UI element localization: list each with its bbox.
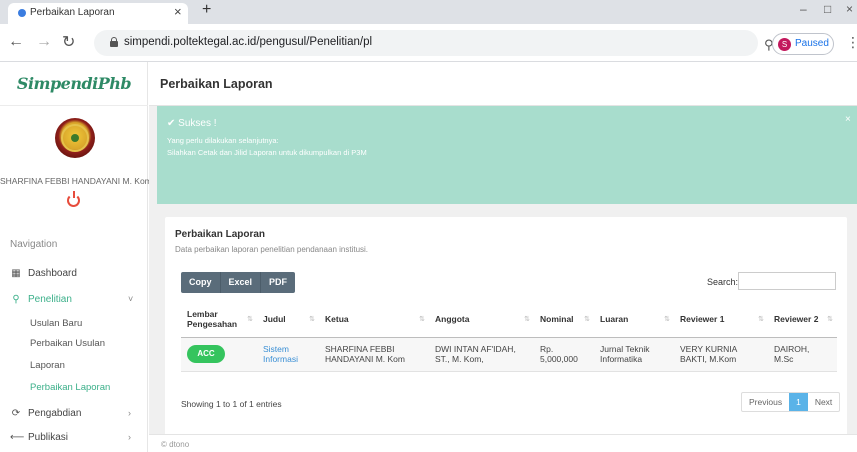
brand-bar: SimpendiPhb xyxy=(0,62,148,106)
table-cell: Jurnal Teknik Informatika xyxy=(594,337,674,372)
lock-icon xyxy=(110,37,118,47)
chevron-right-icon: › xyxy=(128,432,131,442)
sidebar-item-publikasi[interactable]: ⟵ Publikasi › xyxy=(0,428,148,448)
tab-close-icon[interactable]: × xyxy=(174,4,182,19)
acc-button[interactable]: ACC xyxy=(187,345,225,363)
column-header[interactable]: Reviewer 2 ⇅ xyxy=(768,301,837,338)
export-button-group: Copy Excel PDF xyxy=(181,272,296,293)
card-subtitle: Data perbaikan laporan penelitian pendan… xyxy=(175,245,369,254)
page-header: Perbaikan Laporan xyxy=(149,62,857,106)
maximize-icon[interactable]: □ xyxy=(824,2,831,16)
table-cell: DWI INTAN AF'IDAH, ST., M. Kom, xyxy=(429,337,534,372)
column-header[interactable]: Nominal ⇅ xyxy=(534,301,594,338)
sort-icon[interactable]: ⇅ xyxy=(584,315,590,323)
table-cell: SHARFINA FEBBI HANDAYANI M. Kom xyxy=(319,337,429,372)
sidebar-item-dashboard[interactable]: ▦ Dashboard xyxy=(0,264,148,284)
sidebar-item-label: Dashboard xyxy=(28,268,77,279)
card-title: Perbaikan Laporan xyxy=(175,229,266,240)
column-header[interactable]: Ketua ⇅ xyxy=(319,301,429,338)
sort-icon[interactable]: ⇅ xyxy=(419,315,425,323)
reload-icon[interactable]: ↻ xyxy=(62,32,75,52)
search-label: Search: xyxy=(707,277,739,287)
sidebar: SimpendiPhb SHARFINA FEBBI HANDAYANI M. … xyxy=(0,62,152,452)
kebab-menu-icon[interactable]: ⋮ xyxy=(846,34,857,51)
next-page-button[interactable]: Next xyxy=(808,393,839,411)
alert-message: Silahkan Cetak dan Jilid Laporan untuk d… xyxy=(167,148,367,157)
alert-close-icon[interactable]: × xyxy=(845,114,851,125)
sort-icon[interactable]: ⇅ xyxy=(758,315,764,323)
chevron-right-icon: › xyxy=(128,408,131,418)
minimize-icon[interactable]: – xyxy=(800,2,807,16)
favicon-icon xyxy=(18,9,26,17)
back-icon[interactable]: ← xyxy=(8,33,24,51)
sort-icon[interactable]: ⇅ xyxy=(247,315,253,323)
profile-status: Paused xyxy=(795,38,829,49)
success-alert: ✔ Sukses ! Yang perlu dilakukan selanjut… xyxy=(157,106,857,204)
sidebar-item-label: Penelitian xyxy=(28,294,72,305)
profile-avatar: S xyxy=(778,38,791,51)
table-row: ACC Sistem Informasi SHARFINA FEBBI HAND… xyxy=(181,337,837,372)
url-text[interactable]: simpendi.poltektegal.ac.id/pengusul/Pene… xyxy=(124,36,372,48)
column-header[interactable]: Reviewer 1 ⇅ xyxy=(674,301,768,338)
avatar xyxy=(55,118,95,158)
sort-icon[interactable]: ⇅ xyxy=(524,315,530,323)
page-number-button[interactable]: 1 xyxy=(789,393,808,411)
footer: © dtono xyxy=(149,434,857,452)
report-card: Perbaikan Laporan Data perbaikan laporan… xyxy=(165,217,847,439)
title-link[interactable]: Sistem Informasi xyxy=(257,337,319,372)
new-tab-button[interactable]: + xyxy=(202,1,211,19)
grid-icon: ▦ xyxy=(11,268,21,279)
sidebar-item-label: Publikasi xyxy=(28,432,69,443)
sidebar-item-pengabdian[interactable]: ⟳ Pengabdian › xyxy=(0,404,148,424)
brand-logo[interactable]: SimpendiPhb xyxy=(17,74,132,93)
copy-button[interactable]: Copy xyxy=(181,272,221,293)
column-header[interactable]: Anggota ⇅ xyxy=(429,301,534,338)
entries-info: Showing 1 to 1 of 1 entries xyxy=(181,399,282,409)
tab-title: Perbaikan Laporan xyxy=(30,7,115,18)
browser-toolbar: ← → ↻ simpendi.poltektegal.ac.id/pengusu… xyxy=(0,24,857,62)
table-cell: DAIROH, M.Sc xyxy=(768,337,837,372)
pdf-button[interactable]: PDF xyxy=(261,272,296,293)
forward-icon[interactable]: → xyxy=(36,33,52,51)
table-cell: ACC xyxy=(181,337,257,372)
sort-icon[interactable]: ⇅ xyxy=(309,315,315,323)
column-header[interactable]: Luaran ⇅ xyxy=(594,301,674,338)
footer-text: © dtono xyxy=(161,440,190,449)
pagination: Previous 1 Next xyxy=(741,392,841,412)
alert-message: Yang perlu dilakukan selanjutnya: xyxy=(167,136,279,145)
column-header[interactable]: Lembar Pengesahan ⇅ xyxy=(181,301,257,338)
report-table: Lembar Pengesahan ⇅ Judul ⇅ Ketua ⇅ Anggota… xyxy=(181,301,837,372)
share-icon: ⟵ xyxy=(10,432,25,443)
sidebar-item-penelitian[interactable]: ⚲ Penelitian ˅ xyxy=(0,290,148,310)
address-bar[interactable]: simpendi.poltektegal.ac.id/pengusul/Pene… xyxy=(94,30,803,56)
browser-tab[interactable]: Perbaikan Laporan × xyxy=(8,3,188,24)
previous-page-button[interactable]: Previous xyxy=(742,393,789,411)
alert-title: ✔ Sukses ! xyxy=(167,118,217,129)
search-input[interactable] xyxy=(738,272,836,290)
user-name: SHARFINA FEBBI HANDAYANI M. Kom xyxy=(0,176,152,186)
sidebar-subitem-perbaikan-laporan[interactable]: Perbaikan Laporan xyxy=(30,382,110,393)
sort-icon[interactable]: ⇅ xyxy=(664,315,670,323)
sidebar-subitem-laporan[interactable]: Laporan xyxy=(30,360,65,371)
excel-button[interactable]: Excel xyxy=(220,272,262,293)
sort-icon[interactable]: ⇅ xyxy=(827,315,833,323)
logout-power-icon[interactable] xyxy=(67,191,80,207)
nav-header: Navigation xyxy=(10,239,58,250)
sidebar-subitem-perbaikan-usulan[interactable]: Perbaikan Usulan xyxy=(30,338,105,349)
main-content: Perbaikan Laporan ✔ Sukses ! Yang perlu … xyxy=(149,62,857,452)
browser-tab-strip: Perbaikan Laporan × + – □ × xyxy=(0,0,857,24)
search-icon: ⚲ xyxy=(12,294,20,305)
sidebar-subitem-usulan-baru[interactable]: Usulan Baru xyxy=(30,318,82,329)
table-cell: Rp. 5,000,000 xyxy=(534,337,594,372)
table-cell: VERY KURNIA BAKTI, M.Kom xyxy=(674,337,768,372)
page-title: Perbaikan Laporan xyxy=(160,77,273,91)
profile-button[interactable]: S Paused xyxy=(772,33,834,55)
close-window-icon[interactable]: × xyxy=(846,2,853,16)
column-header[interactable]: Judul ⇅ xyxy=(257,301,319,338)
sidebar-item-label: Pengabdian xyxy=(28,408,82,419)
cycle-icon: ⟳ xyxy=(11,408,21,419)
chevron-down-icon: ˅ xyxy=(128,294,134,304)
